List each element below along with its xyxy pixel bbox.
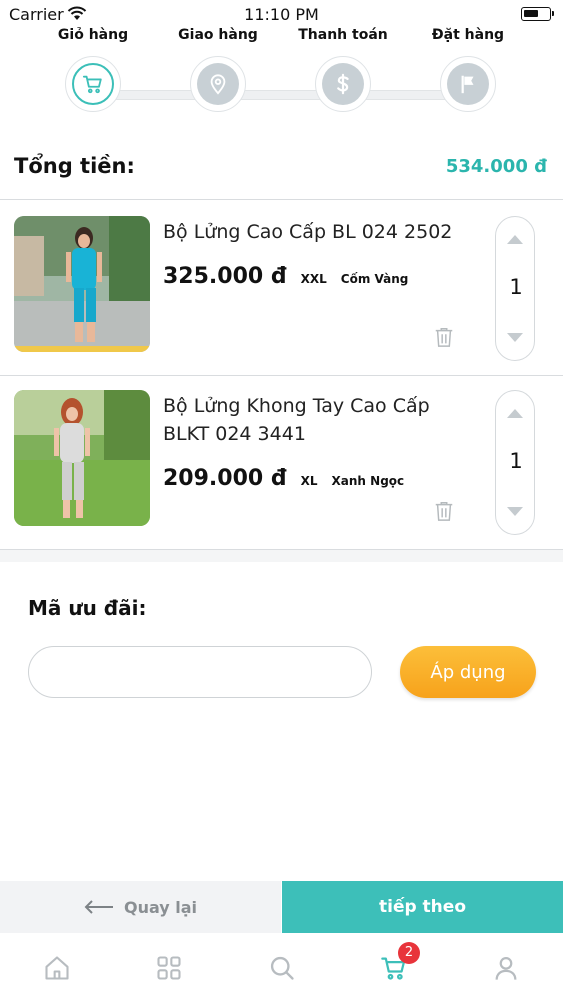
trash-icon[interactable] — [433, 326, 455, 348]
tab-bar: 2 — [0, 934, 563, 1000]
increase-quantity-button[interactable] — [507, 235, 523, 244]
quantity-stepper[interactable]: 1 — [495, 390, 535, 535]
product-name: Bộ Lửng Cao Cấp BL 024 2502 — [163, 221, 453, 243]
tab-cart[interactable]: 2 — [364, 942, 424, 990]
product-color: Xanh Ngọc — [331, 474, 405, 488]
coupon-label: Mã ưu đãi: — [28, 596, 147, 620]
arrow-left-icon — [84, 900, 113, 914]
flag-icon — [447, 63, 489, 105]
next-button[interactable]: tiếp theo — [282, 881, 563, 933]
clock: 11:10 PM — [244, 5, 319, 24]
quantity-value: 1 — [509, 449, 523, 473]
woman-in-blue-outfit-photo — [14, 216, 150, 352]
back-button[interactable]: Quay lại — [0, 881, 281, 933]
cart-badge: 2 — [398, 942, 420, 964]
home-icon — [45, 956, 69, 980]
order-total: Tổng tiền: 534.000 đ — [0, 148, 563, 200]
dollar-icon — [322, 63, 364, 105]
product-size: XXL — [300, 272, 327, 286]
coupon-code-input[interactable] — [28, 646, 372, 698]
tab-home[interactable] — [27, 946, 87, 990]
woman-in-grey-outfit-photo — [14, 390, 150, 526]
battery-icon — [521, 7, 554, 21]
tab-categories[interactable] — [139, 946, 199, 990]
trash-icon[interactable] — [433, 500, 455, 522]
grid-icon — [157, 956, 181, 980]
total-value: 534.000 đ — [445, 156, 547, 177]
checkout-cart-screen: Carrier 11:10 PM Giỏ hàng Giao hàng Than… — [0, 0, 563, 1000]
cart-icon — [72, 63, 114, 105]
apply-coupon-button[interactable]: Áp dụng — [400, 646, 536, 698]
user-icon — [495, 956, 517, 980]
back-label: Quay lại — [123, 897, 198, 917]
section-divider — [0, 550, 563, 562]
cart-item: Bộ Lửng Khong Tay Cao Cấp BLKT 024 3441 … — [0, 376, 563, 550]
quantity-stepper[interactable]: 1 — [495, 216, 535, 361]
decrease-quantity-button[interactable] — [507, 333, 523, 342]
decrease-quantity-button[interactable] — [507, 507, 523, 516]
product-size: XL — [300, 474, 318, 488]
step-order[interactable]: Đặt hàng — [408, 24, 528, 112]
product-price: 209.000 đ — [163, 466, 287, 491]
step-payment[interactable]: Thanh toán — [283, 24, 403, 112]
step-label: Giao hàng — [178, 27, 258, 43]
product-price: 325.000 đ — [163, 264, 287, 289]
quantity-value: 1 — [509, 275, 523, 299]
product-name: Bộ Lửng Khong Tay Cao Cấp BLKT 024 3441 — [163, 395, 430, 445]
step-shipping[interactable]: Giao hàng — [158, 24, 278, 112]
checkout-steps: Giỏ hàng Giao hàng Thanh toán Đặt hàng — [0, 24, 563, 124]
step-cart[interactable]: Giỏ hàng — [33, 24, 153, 112]
location-pin-icon — [197, 63, 239, 105]
increase-quantity-button[interactable] — [507, 409, 523, 418]
step-label: Đặt hàng — [431, 27, 505, 43]
cart-item: Bộ Lửng Cao Cấp BL 024 2502 325.000 đ XX… — [0, 202, 563, 376]
step-label: Thanh toán — [298, 27, 388, 43]
total-label: Tổng tiền: — [14, 154, 135, 178]
tab-search[interactable] — [252, 946, 312, 990]
product-color: Cốm Vàng — [340, 272, 409, 286]
tab-account[interactable] — [476, 946, 536, 990]
step-label: Giỏ hàng — [57, 27, 129, 43]
search-icon — [270, 956, 294, 980]
